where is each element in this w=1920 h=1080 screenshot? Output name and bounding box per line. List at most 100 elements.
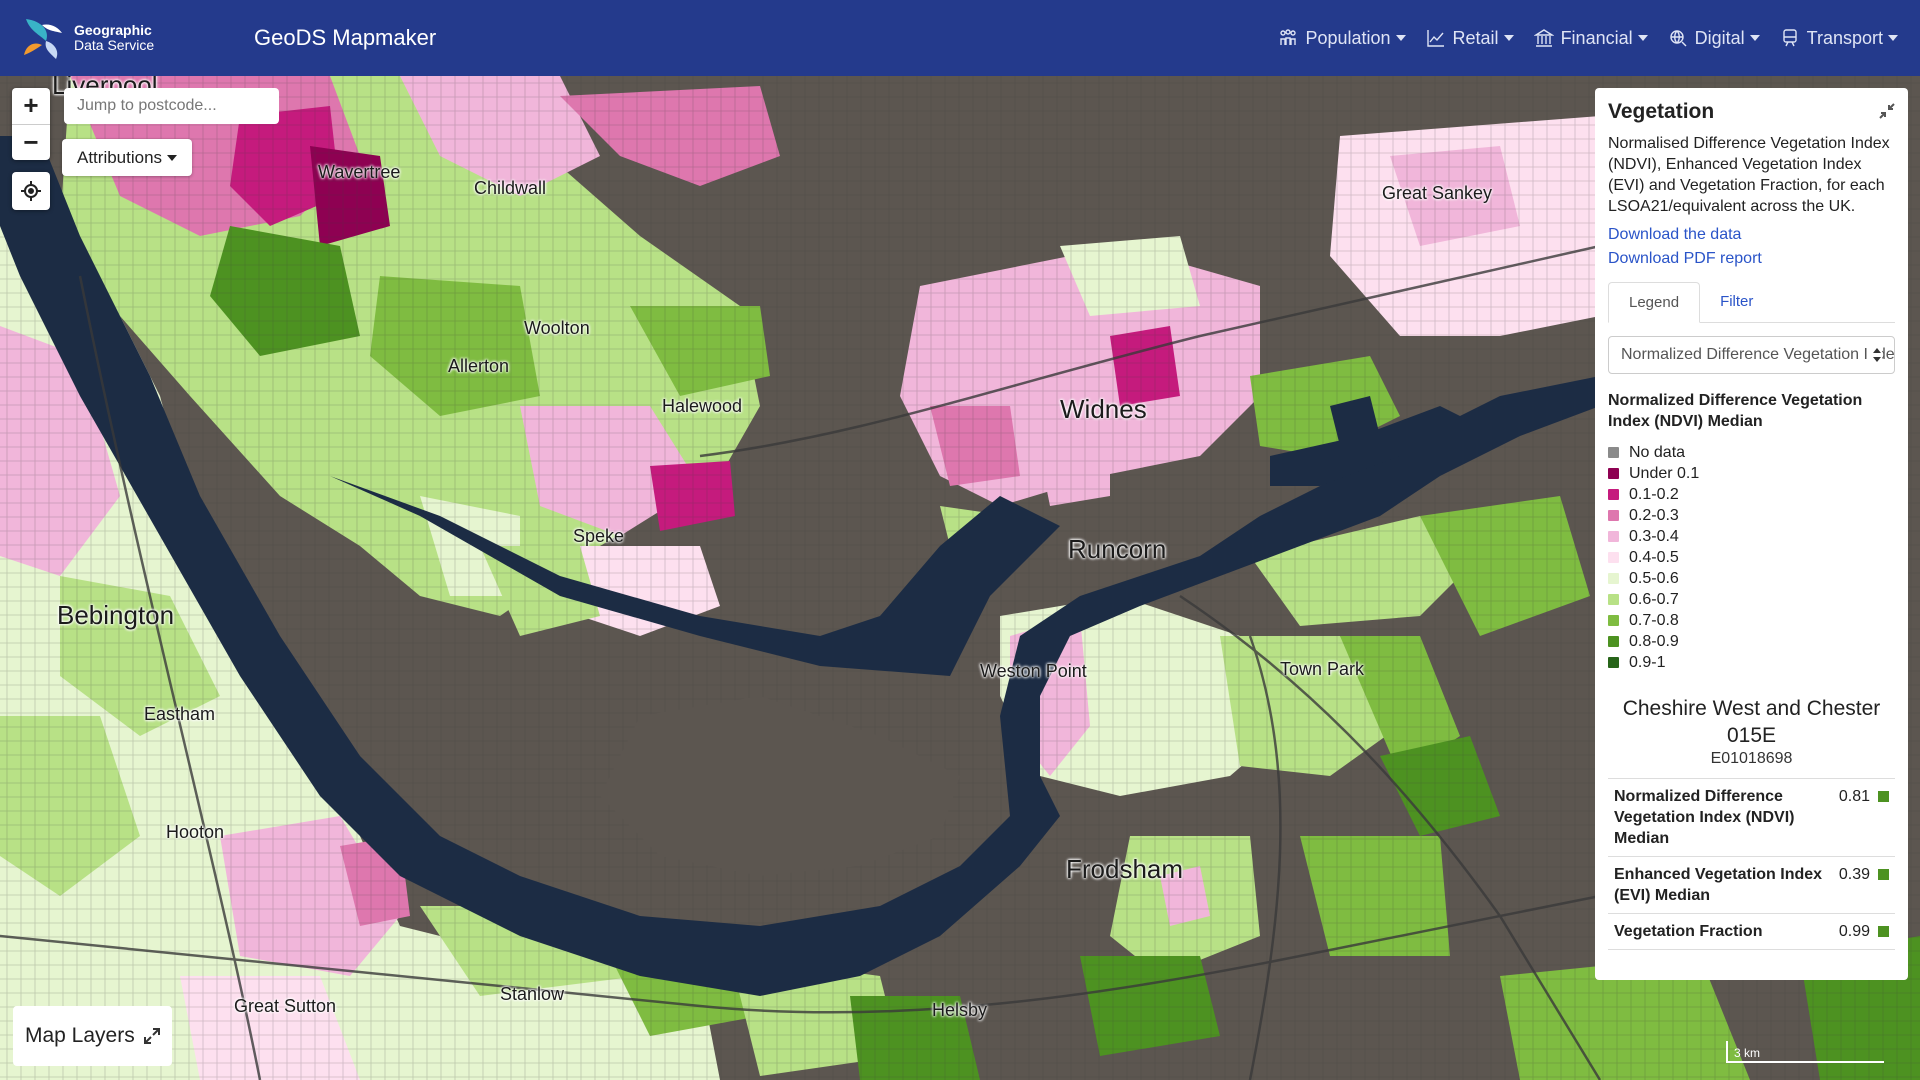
crosshair-icon [21, 181, 41, 201]
stat-row: Normalized Difference Vegetation Index (… [1608, 779, 1895, 857]
place-label: Widnes [1060, 394, 1147, 424]
panel-title: Vegetation [1608, 100, 1715, 123]
top-navbar: Geographic Data Service GeoDS Mapmaker P… [0, 0, 1920, 76]
legend-item: 0.7-0.8 [1608, 610, 1895, 631]
legend-label: 0.5-0.6 [1629, 569, 1679, 587]
legend-label: 0.6-0.7 [1629, 590, 1679, 608]
place-label: Allerton [448, 356, 510, 376]
place-label: Great Sankey [1382, 183, 1493, 203]
place-label: Hooton [166, 822, 225, 842]
caret-down-icon [167, 154, 178, 161]
place-label: Helsby [932, 1000, 988, 1020]
place-label: Wavertree [318, 162, 401, 182]
variable-select[interactable]: Normalized Difference Vegetation Index (… [1608, 336, 1895, 374]
caret-down-icon [1503, 35, 1514, 41]
tab-filter[interactable]: Filter [1700, 282, 1773, 322]
train-icon [1782, 29, 1797, 47]
legend-label: 0.8-0.9 [1629, 632, 1679, 650]
nav-transport[interactable]: Transport [1780, 28, 1898, 49]
map-layers-button[interactable]: Map Layers [13, 1006, 172, 1066]
selected-area-name: Cheshire West and Chester 015E [1622, 697, 1881, 747]
place-label: Runcorn [1068, 534, 1167, 564]
stat-label: Enhanced Vegetation Index (EVI) Median [1614, 866, 1823, 904]
legend-label: 0.4-0.5 [1629, 548, 1679, 566]
place-label: Speke [573, 526, 625, 546]
legend-swatch [1608, 594, 1619, 605]
legend-item: 0.8-0.9 [1608, 631, 1895, 652]
network-icon [1669, 30, 1687, 47]
legend-item: 0.4-0.5 [1608, 547, 1895, 568]
map-layers-label: Map Layers [25, 1024, 135, 1047]
legend-item: 0.1-0.2 [1608, 484, 1895, 505]
legend-swatch [1608, 636, 1619, 647]
legend-item: 0.6-0.7 [1608, 589, 1895, 610]
zoom-in-button[interactable]: + [12, 88, 50, 124]
geods-logo-icon [24, 19, 62, 59]
download-pdf-link[interactable]: Download PDF report [1608, 250, 1895, 268]
caret-down-icon [1749, 35, 1760, 41]
nav-retail-label: Retail [1452, 27, 1499, 48]
place-label: Bebington [57, 600, 175, 630]
stat-row: Vegetation Fraction 0.99 [1608, 914, 1895, 950]
zoom-control: + − [12, 88, 50, 160]
nav-financial-label: Financial [1560, 27, 1633, 48]
nav-retail[interactable]: Retail [1426, 28, 1514, 49]
legend-swatch [1608, 510, 1619, 521]
postcode-search-input[interactable] [64, 88, 279, 124]
stat-value: 0.39 [1838, 866, 1870, 883]
legend-title: Normalized Difference Vegetation Index (… [1608, 392, 1863, 430]
locate-button[interactable] [12, 172, 50, 210]
legend-list: No data Under 0.1 0.1-0.2 0.2-0.3 0.3-0.4 0.4… [1608, 442, 1895, 673]
stat-swatch [1878, 869, 1889, 880]
legend-label: 0.9-1 [1629, 653, 1666, 671]
attributions-label: Attributions [77, 147, 163, 167]
place-label: Great Sutton [234, 996, 337, 1016]
nav-digital[interactable]: Digital [1668, 28, 1760, 49]
zoom-out-button[interactable]: − [12, 124, 50, 160]
panel-tabs: Legend Filter [1608, 282, 1895, 323]
nav-menu: Population Retail Financial Digital Tran… [1278, 0, 1898, 76]
stat-value: 0.99 [1838, 923, 1870, 940]
attributions-button[interactable]: Attributions [62, 139, 193, 176]
bank-icon [1533, 29, 1554, 47]
stat-swatch [1878, 926, 1889, 937]
nav-digital-label: Digital [1694, 27, 1745, 48]
variable-select-value: Normalized Difference Vegetation Index (… [1621, 346, 1894, 363]
legend-swatch [1608, 489, 1619, 500]
nav-financial[interactable]: Financial [1533, 27, 1648, 49]
stat-label: Vegetation Fraction [1614, 923, 1763, 940]
legend-label: No data [1629, 443, 1686, 461]
legend-label: 0.1-0.2 [1629, 485, 1679, 503]
select-arrows-icon [1868, 347, 1882, 368]
legend-item: No data [1608, 442, 1895, 463]
panel-description: Normalised Difference Vegetation Index (… [1608, 135, 1890, 215]
collapse-icon[interactable] [1878, 102, 1896, 120]
nav-population[interactable]: Population [1278, 28, 1406, 49]
brand-line1: Geographic [74, 22, 152, 38]
place-label: Weston Point [980, 661, 1087, 681]
brand[interactable]: Geographic Data Service [20, 15, 220, 61]
brand-line2: Data Service [74, 37, 155, 53]
chart-icon [1426, 30, 1444, 47]
download-data-link[interactable]: Download the data [1608, 226, 1895, 244]
place-label: Stanlow [500, 984, 565, 1004]
place-label: Childwall [474, 178, 547, 198]
nav-transport-label: Transport [1806, 27, 1883, 48]
legend-item: Under 0.1 [1608, 463, 1895, 484]
legend-swatch [1608, 615, 1619, 626]
legend-item: 0.5-0.6 [1608, 568, 1895, 589]
people-icon [1280, 29, 1297, 45]
selected-area-code: E01018698 [1710, 750, 1793, 767]
legend-label: Under 0.1 [1629, 464, 1700, 482]
legend-label: 0.3-0.4 [1629, 527, 1679, 545]
legend-label: 0.2-0.3 [1629, 506, 1679, 524]
expand-icon [143, 1028, 160, 1044]
caret-down-icon [1395, 35, 1406, 41]
tab-legend[interactable]: Legend [1608, 282, 1701, 323]
stat-row: Enhanced Vegetation Index (EVI) Median 0.… [1608, 857, 1895, 914]
stat-value: 0.81 [1838, 788, 1870, 805]
area-stats-table: Normalized Difference Vegetation Index (… [1608, 778, 1895, 950]
stat-label: Normalized Difference Vegetation Index (… [1614, 788, 1795, 847]
map-scale-bar: 3 km [1726, 1041, 1884, 1063]
place-label: Eastham [144, 704, 216, 724]
